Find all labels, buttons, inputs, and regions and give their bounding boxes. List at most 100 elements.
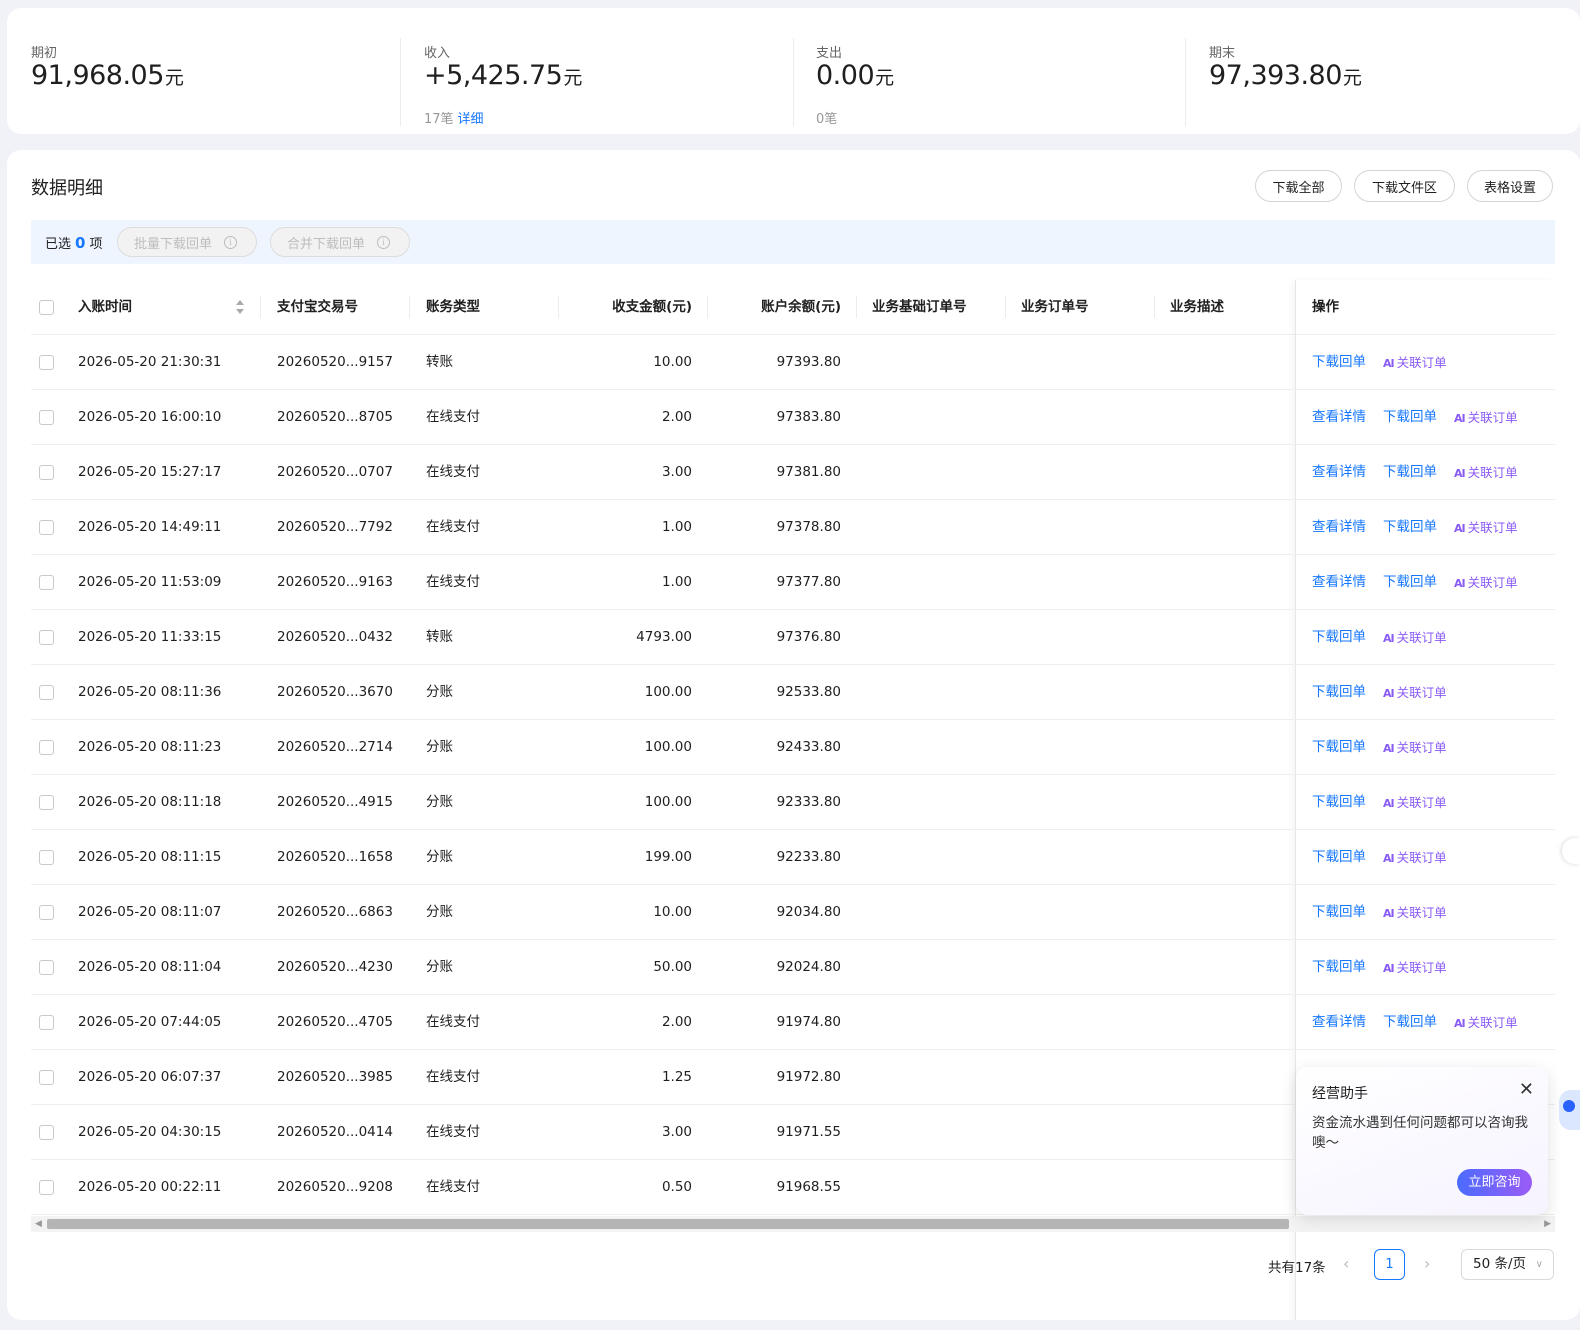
link-order-label: 关联订单 bbox=[1396, 740, 1447, 755]
cell-balance: 92024.80 bbox=[776, 959, 841, 975]
row-checkbox[interactable] bbox=[39, 1070, 54, 1085]
view-detail-link[interactable]: 查看详情 bbox=[1312, 390, 1366, 445]
select-all-checkbox[interactable] bbox=[39, 300, 54, 315]
link-order-button[interactable]: AI 关联订单 bbox=[1383, 610, 1447, 665]
batch-download-button[interactable]: 批量下载回单 i bbox=[117, 227, 257, 257]
ai-icon: AI bbox=[1454, 467, 1466, 480]
cell-type: 分账 bbox=[426, 849, 453, 865]
consult-button[interactable]: 立即咨询 bbox=[1457, 1169, 1532, 1196]
cell-amount: 100.00 bbox=[644, 739, 692, 755]
cell-trade-no: 20260520...4915 bbox=[277, 794, 393, 810]
cell-amount: 2.00 bbox=[661, 1014, 692, 1030]
download-receipt-link[interactable]: 下载回单 bbox=[1312, 940, 1366, 995]
cell-balance: 97376.80 bbox=[776, 629, 841, 645]
link-order-button[interactable]: AI 关联订单 bbox=[1383, 830, 1447, 885]
info-icon[interactable]: i bbox=[377, 235, 391, 249]
table-settings-button[interactable]: 表格设置 bbox=[1467, 170, 1553, 202]
link-order-button[interactable]: AI 关联订单 bbox=[1454, 995, 1518, 1050]
close-icon[interactable]: ✕ bbox=[1519, 1079, 1534, 1100]
row-checkbox[interactable] bbox=[39, 575, 54, 590]
link-order-button[interactable]: AI 关联订单 bbox=[1383, 940, 1447, 995]
pagination-total: 共有17条 bbox=[1268, 1260, 1326, 1276]
page-number[interactable]: 1 bbox=[1374, 1249, 1405, 1280]
expense-value: 0.00 bbox=[816, 60, 875, 91]
assistant-title: 经营助手 bbox=[1312, 1086, 1368, 1102]
row-checkbox[interactable] bbox=[39, 630, 54, 645]
cell-balance: 92433.80 bbox=[776, 739, 841, 755]
cell-time: 2026-05-20 11:53:09 bbox=[78, 574, 222, 590]
view-detail-link[interactable]: 查看详情 bbox=[1312, 500, 1366, 555]
sort-icon[interactable] bbox=[236, 300, 244, 316]
cell-time: 2026-05-20 16:00:10 bbox=[78, 409, 222, 425]
cell-type: 分账 bbox=[426, 959, 453, 975]
link-order-button[interactable]: AI 关联订单 bbox=[1383, 775, 1447, 830]
ai-icon: AI bbox=[1383, 962, 1395, 975]
link-order-button[interactable]: AI 关联订单 bbox=[1454, 445, 1518, 500]
merge-download-button[interactable]: 合并下载回单 i bbox=[270, 227, 410, 257]
table-row: 2026-05-20 11:53:09 20260520...9163 在线支付 1.… bbox=[31, 555, 1555, 610]
row-checkbox[interactable] bbox=[39, 905, 54, 920]
cell-balance: 97393.80 bbox=[776, 354, 841, 370]
row-checkbox[interactable] bbox=[39, 960, 54, 975]
download-receipt-link[interactable]: 下载回单 bbox=[1383, 995, 1437, 1050]
row-checkbox[interactable] bbox=[39, 355, 54, 370]
link-order-button[interactable]: AI 关联订单 bbox=[1383, 665, 1447, 720]
table-row: 2026-05-20 08:11:15 20260520...1658 分账 199.… bbox=[31, 830, 1555, 885]
divider bbox=[793, 38, 794, 126]
cell-balance: 91971.55 bbox=[776, 1124, 841, 1140]
cell-type: 在线支付 bbox=[426, 1179, 480, 1195]
download-receipt-link[interactable]: 下载回单 bbox=[1312, 610, 1366, 665]
download-receipt-link[interactable]: 下载回单 bbox=[1383, 445, 1437, 500]
cell-type: 分账 bbox=[426, 739, 453, 755]
view-detail-link[interactable]: 查看详情 bbox=[1312, 555, 1366, 610]
table-row: 2026-05-20 11:33:15 20260520...0432 转账 4793… bbox=[31, 610, 1555, 665]
download-receipt-link[interactable]: 下载回单 bbox=[1312, 665, 1366, 720]
page-size-select[interactable]: 50 条/页 ∨ bbox=[1461, 1249, 1554, 1280]
info-icon[interactable]: i bbox=[224, 235, 238, 249]
col-type: 账务类型 bbox=[426, 299, 480, 315]
download-receipt-link[interactable]: 下载回单 bbox=[1383, 390, 1437, 445]
link-order-button[interactable]: AI 关联订单 bbox=[1383, 720, 1447, 775]
download-receipt-link[interactable]: 下载回单 bbox=[1312, 720, 1366, 775]
cell-amount: 3.00 bbox=[661, 1124, 692, 1140]
download-receipt-link[interactable]: 下载回单 bbox=[1312, 775, 1366, 830]
link-order-button[interactable]: AI 关联订单 bbox=[1383, 335, 1447, 390]
row-checkbox[interactable] bbox=[39, 520, 54, 535]
col-time[interactable]: 入账时间 bbox=[78, 280, 132, 335]
row-checkbox[interactable] bbox=[39, 740, 54, 755]
cell-time: 2026-05-20 08:11:36 bbox=[78, 684, 222, 700]
download-receipt-link[interactable]: 下载回单 bbox=[1383, 500, 1437, 555]
download-receipt-link[interactable]: 下载回单 bbox=[1312, 335, 1366, 390]
row-checkbox[interactable] bbox=[39, 795, 54, 810]
link-order-button[interactable]: AI 关联订单 bbox=[1454, 500, 1518, 555]
link-order-button[interactable]: AI 关联订单 bbox=[1454, 555, 1518, 610]
link-order-button[interactable]: AI 关联订单 bbox=[1454, 390, 1518, 445]
horizontal-scrollbar[interactable]: ◀ ▶ bbox=[31, 1216, 1555, 1232]
download-receipt-link[interactable]: 下载回单 bbox=[1383, 555, 1437, 610]
download-receipt-link[interactable]: 下载回单 bbox=[1312, 885, 1366, 940]
download-files-button[interactable]: 下载文件区 bbox=[1354, 170, 1455, 202]
view-detail-link[interactable]: 查看详情 bbox=[1312, 995, 1366, 1050]
next-page-icon[interactable]: › bbox=[1424, 1254, 1430, 1273]
row-checkbox[interactable] bbox=[39, 465, 54, 480]
row-checkbox[interactable] bbox=[39, 685, 54, 700]
row-checkbox[interactable] bbox=[39, 1180, 54, 1195]
assistant-robot-icon[interactable] bbox=[1559, 1090, 1580, 1130]
ai-icon: AI bbox=[1383, 797, 1395, 810]
row-checkbox[interactable] bbox=[39, 1125, 54, 1140]
download-all-button[interactable]: 下载全部 bbox=[1255, 170, 1342, 202]
link-order-button[interactable]: AI 关联订单 bbox=[1383, 885, 1447, 940]
view-detail-link[interactable]: 查看详情 bbox=[1312, 445, 1366, 500]
cell-time: 2026-05-20 08:11:04 bbox=[78, 959, 222, 975]
col-amount: 收支金额(元) bbox=[612, 299, 692, 315]
scroll-right-icon[interactable]: ▶ bbox=[1544, 1219, 1551, 1229]
prev-page-icon[interactable]: ‹ bbox=[1343, 1254, 1349, 1273]
scroll-left-icon[interactable]: ◀ bbox=[35, 1219, 42, 1229]
row-checkbox[interactable] bbox=[39, 1015, 54, 1030]
row-checkbox[interactable] bbox=[39, 410, 54, 425]
row-checkbox[interactable] bbox=[39, 850, 54, 865]
download-receipt-link[interactable]: 下载回单 bbox=[1312, 830, 1366, 885]
link-order-label: 关联订单 bbox=[1396, 630, 1447, 645]
scrollbar-thumb[interactable] bbox=[47, 1219, 1289, 1229]
income-detail-link[interactable]: 详细 bbox=[458, 112, 484, 127]
